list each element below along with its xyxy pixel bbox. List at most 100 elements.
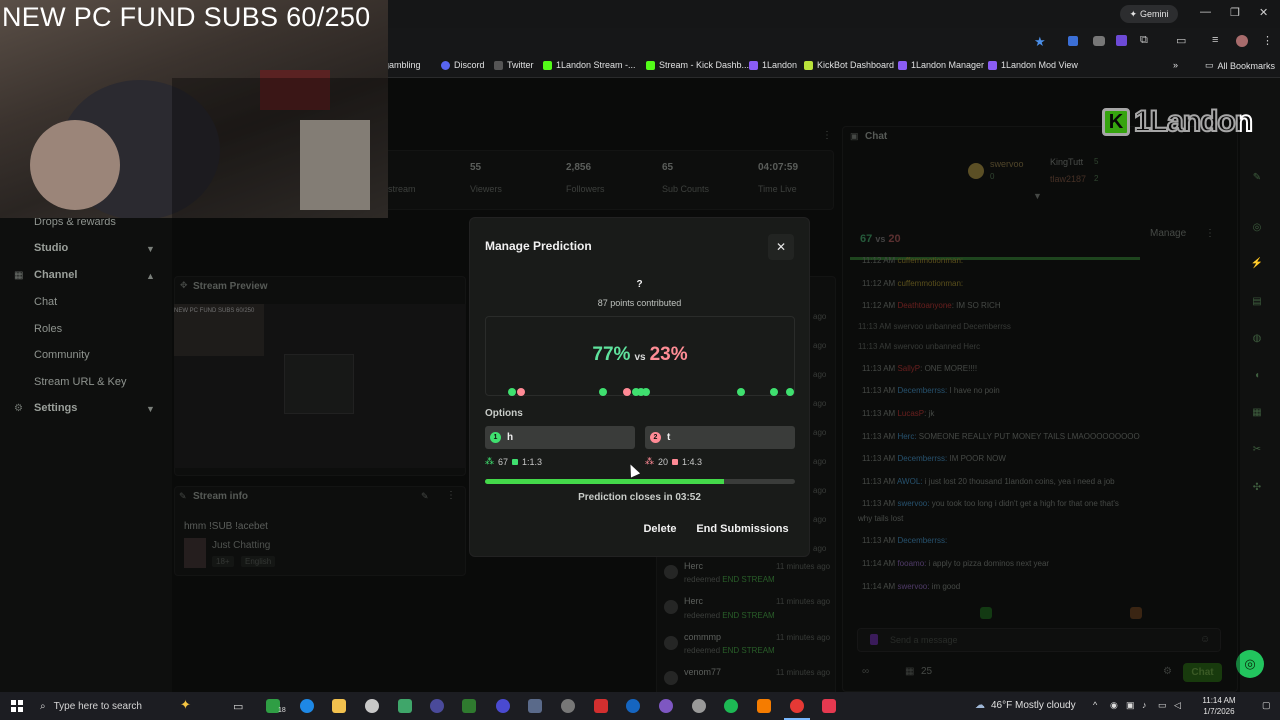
close-window-icon[interactable]: ✕: [1259, 6, 1268, 19]
option-2-stats: ⁂ 20 1:4.3: [645, 456, 703, 467]
grid-icon[interactable]: ▦: [1250, 407, 1264, 421]
support-chat-icon[interactable]: ◎: [1236, 650, 1264, 678]
bookmark-kickbot[interactable]: KickBot Dashboard: [804, 60, 894, 70]
bet-dot: [786, 388, 794, 396]
target-icon[interactable]: ◎: [1250, 222, 1264, 236]
calculator-icon[interactable]: [528, 699, 542, 713]
kick-icon: [543, 60, 552, 70]
gemini-button[interactable]: ✦ Gemini: [1120, 5, 1178, 23]
discord-icon[interactable]: [659, 699, 673, 713]
twitch-icon: [988, 60, 997, 70]
option-2[interactable]: 2 t: [645, 426, 795, 449]
sidebar-item-studio[interactable]: Studio: [34, 242, 68, 254]
search-icon: ⌕: [40, 701, 46, 712]
store-icon[interactable]: [398, 699, 412, 713]
bookmark-manager[interactable]: 1Landon Manager: [898, 60, 984, 70]
all-bookmarks[interactable]: ▭ All Bookmarks: [1205, 60, 1275, 71]
network-icon[interactable]: ▭: [1158, 700, 1167, 711]
puzzle-icon[interactable]: ✣: [1250, 482, 1264, 496]
sidebar-item-community[interactable]: Community: [34, 349, 90, 361]
bet-dot: [517, 388, 525, 396]
cast-icon[interactable]: ▭: [1176, 34, 1186, 47]
chevron-down-icon[interactable]: ▼: [146, 404, 155, 414]
task-view-icon[interactable]: ▭: [233, 700, 243, 713]
bookmark-mod-view[interactable]: 1Landon Mod View: [988, 60, 1078, 70]
profile-avatar[interactable]: [1236, 35, 1248, 47]
audio-icon[interactable]: ◖: [1250, 370, 1264, 384]
app-icon[interactable]: [462, 699, 476, 713]
chevron-down-icon[interactable]: ▼: [146, 244, 155, 254]
extension-icon[interactable]: [1068, 36, 1078, 46]
more-bookmarks-icon[interactable]: »: [1173, 60, 1178, 70]
prediction-percentages: 77% vs 23%: [485, 344, 795, 366]
sidebar-item-channel[interactable]: Channel: [34, 269, 77, 281]
windows-start-icon[interactable]: [8, 697, 26, 715]
options-label: Options: [485, 408, 523, 419]
folder-icon: ▭: [1205, 60, 1214, 70]
bet-dot: [623, 388, 631, 396]
prediction-question: ?: [636, 279, 643, 290]
bookmark-discord[interactable]: Discord: [441, 60, 485, 70]
bet-dot: [508, 388, 516, 396]
prediction-closes-text: Prediction closes in 03:52: [578, 492, 701, 503]
app-icon[interactable]: [594, 699, 608, 713]
tool-icon[interactable]: ✂: [1250, 444, 1264, 458]
weather-widget[interactable]: ☁ 46°F Mostly cloudy: [975, 700, 1076, 711]
close-button[interactable]: ✕: [768, 234, 794, 260]
obs-icon[interactable]: [365, 699, 379, 713]
pencil-icon[interactable]: ✎: [1250, 172, 1264, 186]
chevron-up-icon[interactable]: ▲: [146, 271, 155, 281]
puzzle-icon[interactable]: ⧉: [1140, 34, 1148, 47]
star-icon[interactable]: ★: [1034, 34, 1046, 50]
app-icon[interactable]: [626, 699, 640, 713]
lightning-icon[interactable]: ⚡: [1250, 258, 1264, 272]
volume-icon[interactable]: ◁: [1174, 700, 1181, 711]
chevron-up-icon[interactable]: ^: [1093, 700, 1097, 710]
edge-icon[interactable]: [300, 699, 314, 713]
delete-button[interactable]: Delete: [638, 518, 682, 540]
users-icon: ⁂: [645, 456, 654, 466]
app-icon[interactable]: [692, 699, 706, 713]
bookmark-gambling[interactable]: gambling: [384, 60, 421, 70]
app-icon[interactable]: [822, 699, 836, 713]
option-1[interactable]: 1 h: [485, 426, 635, 449]
spotify-icon[interactable]: [724, 699, 738, 713]
twitch-icon: [749, 60, 758, 70]
restore-icon[interactable]: ❐: [1230, 6, 1240, 19]
bookmark-1landon[interactable]: 1Landon: [749, 60, 797, 70]
end-submissions-button[interactable]: End Submissions: [692, 518, 793, 540]
time-progress-fill: [485, 479, 724, 484]
kick-icon: [646, 60, 655, 70]
twitch-icon: [898, 60, 907, 70]
sidebar-item-stream-url[interactable]: Stream URL & Key: [34, 376, 127, 388]
gear-icon: ⚙: [14, 403, 23, 414]
chat-bubble-icon[interactable]: ◍: [1250, 333, 1264, 347]
tray-icon[interactable]: ▣: [1126, 700, 1135, 711]
time-progress-bar: [485, 479, 795, 484]
extension-icon[interactable]: [1093, 36, 1105, 46]
sidebar-item-roles[interactable]: Roles: [34, 323, 62, 335]
sidebar-item-chat[interactable]: Chat: [34, 296, 57, 308]
tray-icon[interactable]: ◉: [1110, 700, 1118, 711]
option-1-stats: ⁂ 67 1:1.3: [485, 456, 543, 467]
menu-lines-icon[interactable]: ≡: [1212, 34, 1218, 46]
settings-icon[interactable]: [561, 699, 575, 713]
minimize-icon[interactable]: —: [1200, 6, 1211, 18]
kebab-menu-icon[interactable]: ⋮: [1262, 34, 1273, 47]
notification-badge: 18: [278, 707, 286, 714]
file-explorer-icon[interactable]: [332, 699, 346, 713]
chrome-icon[interactable]: [790, 699, 804, 713]
coin-icon: [512, 458, 519, 465]
sidebar-item-settings[interactable]: Settings: [34, 402, 77, 414]
clock[interactable]: 11:14 AM 1/7/2026: [1195, 695, 1243, 717]
bookmark-stream[interactable]: 1Landon Stream -...: [543, 60, 636, 70]
document-icon[interactable]: ▤: [1250, 296, 1264, 310]
twitch-extension-icon[interactable]: [1116, 35, 1127, 46]
bookmark-kick-dashboard[interactable]: Stream - Kick Dashb...: [646, 60, 749, 70]
bookmark-twitter[interactable]: Twitter: [494, 60, 534, 70]
app-icon[interactable]: [430, 699, 444, 713]
notifications-icon[interactable]: ▢: [1262, 700, 1271, 711]
microphone-icon[interactable]: ♪: [1142, 700, 1147, 710]
media-player-icon[interactable]: [496, 699, 510, 713]
brave-icon[interactable]: [757, 699, 771, 713]
